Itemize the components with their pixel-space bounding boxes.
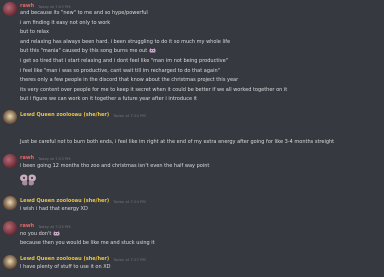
message-timestamp: Today at 7:27 PM: [113, 256, 146, 262]
message-text: but this "mania" caused by this song bur…: [20, 48, 148, 54]
author-name[interactable]: Lewd Queen zoolooau (she/her): [20, 112, 109, 118]
user-avatar[interactable]: [3, 196, 17, 210]
message-text: and because its "new" to me and so hype/…: [20, 10, 148, 16]
message-text: because then you would be like me and st…: [20, 240, 155, 246]
user-avatar[interactable]: [3, 255, 17, 269]
message-text: and relaxing has always been hard. i bee…: [20, 39, 231, 45]
author-name[interactable]: Lewd Queen zoolooau (she/her): [20, 256, 109, 262]
message-text: but to relax: [20, 29, 49, 35]
message-text: i am finding it easy not only to work: [20, 20, 111, 26]
message-text: i wish i had that energy XD: [20, 206, 88, 212]
user-avatar[interactable]: [3, 221, 17, 235]
message-text: no you don't: [20, 231, 52, 237]
butterfly-sticker-icon[interactable]: [20, 174, 36, 186]
cat-emote-icon[interactable]: [149, 48, 156, 53]
message-text: theres only a few people in the discord …: [20, 77, 239, 83]
message-line-with-emote: but this "mania" caused by this song bur…: [20, 48, 156, 54]
message-header: rawh Today at 7:25 PM: [20, 222, 71, 230]
message-header: Lewd Queen zoolooau (she/her) Today at 7…: [20, 255, 146, 263]
message-timestamp: Today at 7:23 PM: [38, 155, 71, 161]
message-text: but i figure we can work on it together …: [20, 96, 197, 102]
author-name[interactable]: rawh: [20, 155, 34, 161]
author-name[interactable]: rawh: [20, 3, 34, 9]
message-text: i get so tired that i start relaxing and…: [20, 58, 229, 64]
user-avatar[interactable]: [3, 2, 17, 16]
message-header: Lewd Queen zoolooau (she/her) Today at 7…: [20, 111, 146, 119]
message-text: i been going 12 months tho zoo and chris…: [20, 163, 210, 169]
cat-emote-icon[interactable]: [53, 231, 60, 236]
user-avatar[interactable]: [3, 110, 17, 124]
message-timestamp: Today at 7:03 PM: [38, 3, 71, 9]
message-text: I have plenty of stuff to use it on XD: [20, 264, 111, 270]
message-header: rawh Today at 7:03 PM: [20, 2, 71, 10]
message-header: Lewd Queen zoolooau (she/her) Today at 7…: [20, 197, 146, 205]
message-text: Just be careful not to burn both ends, i…: [20, 139, 335, 145]
message-timestamp: Today at 7:25 PM: [38, 223, 71, 229]
message-text: i feel like "man i was so productive, ca…: [20, 68, 220, 74]
user-avatar[interactable]: [3, 154, 17, 168]
message-header: rawh Today at 7:23 PM: [20, 154, 71, 162]
message-timestamp: Today at 7:20 PM: [113, 112, 146, 118]
message-line-with-emote: no you don't: [20, 231, 60, 237]
chat-feed: rawh Today at 7:03 PM and because its "n…: [0, 0, 384, 277]
author-name[interactable]: rawh: [20, 223, 34, 229]
message-text: its very content over people for me to k…: [20, 87, 288, 93]
message-timestamp: Today at 7:24 PM: [113, 198, 146, 204]
author-name[interactable]: Lewd Queen zoolooau (she/her): [20, 198, 109, 204]
